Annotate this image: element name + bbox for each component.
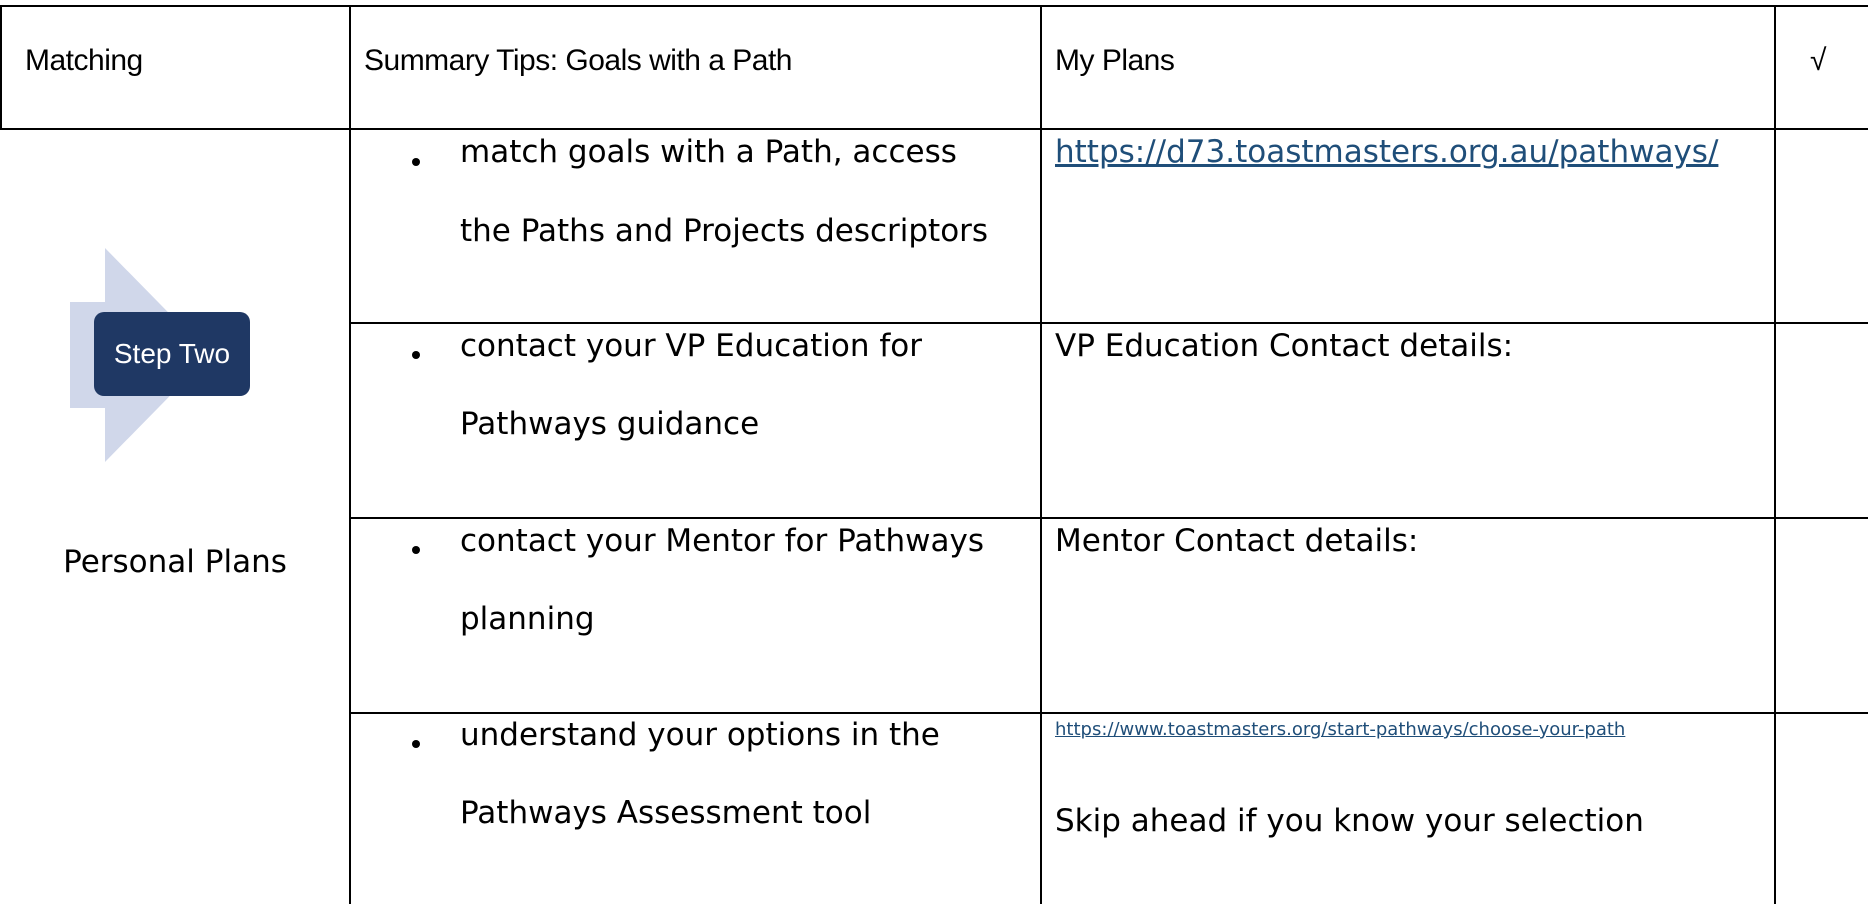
bullet-dot-icon bbox=[412, 158, 420, 166]
pathways-d73-link[interactable]: https://d73.toastmasters.org.au/pathways… bbox=[1055, 132, 1718, 172]
row-2-tip-line-1: contact your VP Education for bbox=[460, 328, 922, 364]
row-separator-3 bbox=[350, 712, 1868, 714]
row-1-tip-line-1: match goals with a Path, access bbox=[460, 134, 957, 170]
row-separator-2 bbox=[350, 517, 1868, 519]
header-summary-tips: Summary Tips: Goals with a Path bbox=[364, 44, 793, 77]
personal-plans-label: Personal Plans bbox=[63, 544, 287, 580]
bullet-dot-icon bbox=[412, 351, 420, 359]
step-two-label: Step Two bbox=[113, 338, 231, 369]
header-my-plans: My Plans bbox=[1055, 44, 1175, 77]
row-1-tip-line-2: the Paths and Projects descriptors bbox=[460, 213, 989, 249]
table-border-top bbox=[0, 5, 1868, 7]
row-4-tip-line-2: Pathways Assessment tool bbox=[460, 795, 872, 831]
column-divider-1 bbox=[349, 5, 351, 904]
pathways-planning-table: Matching Summary Tips: Goals with a Path… bbox=[0, 0, 1868, 904]
choose-your-path-link[interactable]: https://www.toastmasters.org/start-pathw… bbox=[1055, 718, 1625, 742]
bullet-dot-icon bbox=[412, 740, 420, 748]
skip-ahead-note: Skip ahead if you know your selection bbox=[1055, 803, 1644, 839]
header-matching: Matching bbox=[25, 44, 143, 77]
table-border-left bbox=[0, 5, 2, 130]
bullet-dot-icon bbox=[412, 546, 420, 554]
row-2-tip-line-2: Pathways guidance bbox=[460, 406, 760, 442]
header-separator bbox=[0, 128, 1868, 130]
row-3-tip-line-2: planning bbox=[460, 601, 595, 637]
vp-education-contact: VP Education Contact details: bbox=[1055, 328, 1514, 364]
row-separator-1 bbox=[350, 322, 1868, 324]
mentor-contact: Mentor Contact details: bbox=[1055, 523, 1419, 559]
column-divider-2 bbox=[1040, 5, 1042, 904]
row-4-tip-line-1: understand your options in the bbox=[460, 717, 940, 753]
row-3-tip-line-1: contact your Mentor for Pathways bbox=[460, 523, 985, 559]
step-two-box: Step Two bbox=[94, 312, 250, 396]
column-divider-3 bbox=[1774, 5, 1776, 904]
header-check: √ bbox=[1810, 44, 1826, 77]
